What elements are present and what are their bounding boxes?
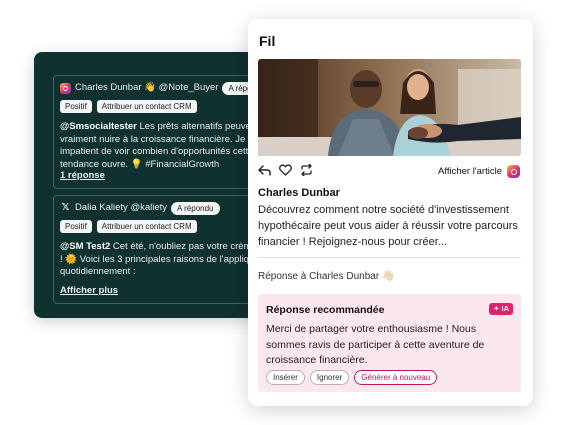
post-image[interactable]: [258, 59, 521, 156]
divider: [258, 257, 521, 258]
assign-crm-contact-button[interactable]: Attribuer un contact CRM: [96, 100, 197, 113]
recommended-reply-box: Réponse recommandée ✦ IA Merci de partag…: [258, 294, 521, 392]
ignore-button[interactable]: Ignorer: [309, 370, 350, 385]
reply-icon[interactable]: [258, 164, 271, 176]
instagram-icon: [60, 83, 71, 94]
instagram-icon: [507, 165, 520, 178]
reply-to-label: Réponse à Charles Dunbar 👋🏻: [258, 271, 395, 282]
post-text: Découvrez comment notre société d'invest…: [258, 204, 518, 248]
page-title: Fil: [259, 33, 276, 49]
show-more-link[interactable]: Afficher plus: [60, 285, 118, 298]
assign-crm-contact-button[interactable]: Attribuer un contact CRM: [96, 220, 197, 233]
mention-handle: @SM Test2: [60, 241, 111, 252]
view-article-link[interactable]: Afficher l'article: [438, 165, 520, 178]
mention-handle: @Smsocialtester: [60, 121, 137, 132]
social-inbox-panel: Charles Dunbar 👋 @Note_Buyer A répondu P…: [34, 52, 284, 318]
sentiment-tag[interactable]: Positif: [60, 220, 92, 233]
message-author: Charles Dunbar 👋 @Note_Buyer: [75, 82, 219, 94]
repost-icon[interactable]: [300, 164, 313, 176]
sentiment-tag[interactable]: Positif: [60, 100, 92, 113]
x-icon: 𝕏: [61, 202, 70, 214]
post-author: Charles Dunbar: [258, 187, 340, 199]
post-actions: [258, 164, 313, 176]
ai-badge: ✦ IA: [489, 303, 513, 315]
status-badge: A répondu: [171, 202, 220, 215]
heart-icon[interactable]: [279, 164, 292, 176]
replies-link[interactable]: 1 réponse: [60, 170, 105, 183]
message-author: Dalia Kaliety @kaliety: [75, 202, 168, 214]
feed-card: Fil Afficher l'article Charles Dunbar Dé…: [248, 19, 533, 406]
insert-button[interactable]: Insérer: [266, 370, 305, 385]
recommended-reply-text: Merci de partager votre enthousiasme ! N…: [266, 323, 485, 366]
view-article-label: Afficher l'article: [438, 166, 502, 177]
post-photo-illustration: [258, 59, 521, 156]
recommended-reply-title: Réponse recommandée: [266, 304, 385, 316]
regenerate-button[interactable]: Générer à nouveau: [354, 370, 438, 385]
